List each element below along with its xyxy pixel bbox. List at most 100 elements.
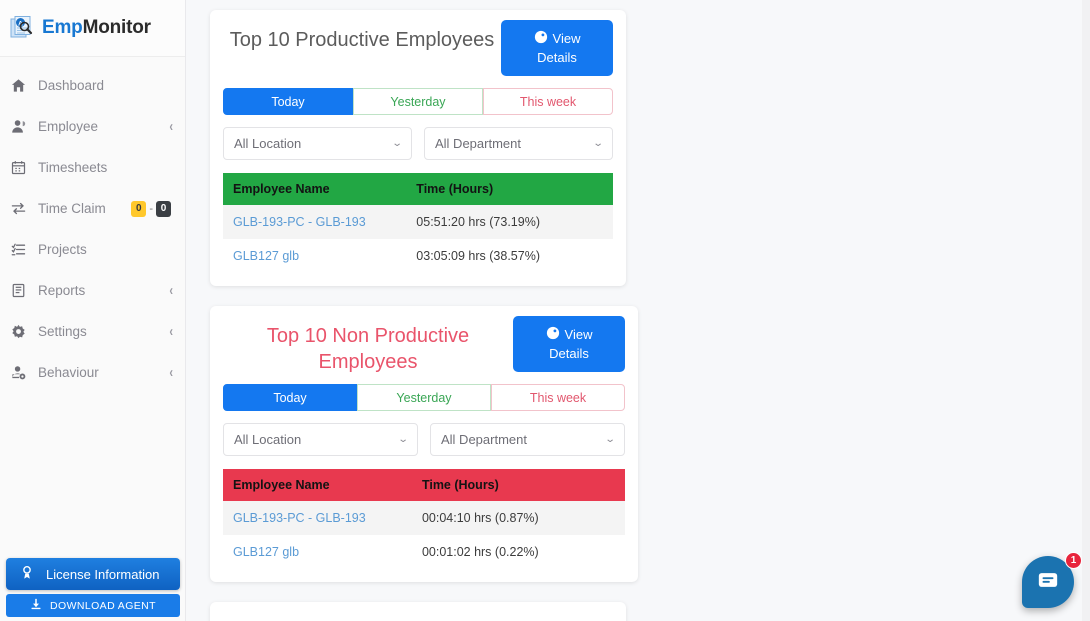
column-time-hours: Time (Hours)	[411, 469, 625, 501]
sidebar-label: Settings	[38, 324, 87, 339]
sidebar-item-settings[interactable]: Settings ‹	[0, 311, 185, 352]
sidebar-footer: License Information DOWNLOAD AGENT	[0, 558, 186, 621]
cell-employee-name[interactable]: GLB-193-PC - GLB-193	[223, 501, 412, 535]
tab-yesterday[interactable]: Yesterday	[357, 384, 491, 411]
sidebar-item-dashboard[interactable]: Dashboard	[0, 65, 185, 106]
chevron-left-icon: ‹	[169, 118, 173, 135]
exchange-icon	[10, 200, 27, 217]
sidebar-label: Time Claim	[38, 201, 106, 216]
column-employee-name: Employee Name	[223, 469, 412, 501]
brand-title: EmpMonitor	[42, 17, 151, 39]
chevron-left-icon: ‹	[169, 364, 173, 381]
brand-logo-area[interactable]: A EmpMonitor	[0, 0, 185, 57]
non-productive-employees-table: Employee Name Time (Hours) GLB-193-PC - …	[223, 469, 625, 569]
department-filter-value: All Department	[435, 136, 521, 151]
cell-time: 03:05:09 hrs (38.57%)	[416, 249, 540, 263]
card-title: Top 10 Productive Employees	[229, 29, 495, 51]
period-tabs: Today Yesterday This week	[223, 88, 613, 115]
department-filter-value: All Department	[441, 432, 527, 447]
column-employee-name: Employee Name	[223, 173, 407, 205]
department-filter-select[interactable]: All Department ⌄	[424, 127, 613, 160]
table-header-row: Employee Name Time (Hours)	[223, 469, 625, 501]
table-header: Employee Name Time (Hours)	[223, 173, 613, 205]
view-details-label-1: View	[552, 31, 581, 47]
tab-today[interactable]: Today	[223, 88, 353, 115]
card-title: Location Performance	[223, 612, 613, 621]
sidebar-item-reports[interactable]: Reports ‹	[0, 270, 185, 311]
view-details-label-2: Details	[549, 345, 589, 361]
location-filter-select[interactable]: All Location ⌄	[223, 423, 418, 456]
cell-time: 00:04:10 hrs (0.87%)	[411, 501, 625, 535]
cell-employee-name[interactable]: GLB127 glb	[223, 535, 412, 569]
sidebar-label: Reports	[38, 283, 86, 298]
department-filter-select[interactable]: All Department ⌄	[430, 423, 625, 456]
brand-emp: Emp	[42, 17, 83, 38]
view-details-label-1: View	[564, 327, 593, 343]
report-icon	[10, 282, 27, 299]
tab-yesterday[interactable]: Yesterday	[353, 88, 483, 115]
tab-today[interactable]: Today	[223, 384, 357, 411]
tab-this-week[interactable]: This week	[483, 88, 613, 115]
table-row: GLB-193-PC - GLB-193 00:04:10 hrs (0.87%…	[223, 501, 625, 535]
sidebar-item-projects[interactable]: Projects	[0, 229, 185, 270]
period-tabs: Today Yesterday This week	[223, 384, 625, 411]
chevron-left-icon: ‹	[169, 282, 173, 299]
sidebar-item-behaviour[interactable]: Behaviour ‹	[0, 352, 185, 393]
view-details-row: View	[534, 30, 581, 49]
chevron-down-icon: ⌄	[397, 434, 409, 445]
filter-row: All Location ⌄ All Department ⌄	[223, 423, 625, 456]
download-agent-label: DOWNLOAD AGENT	[50, 599, 156, 612]
sidebar-nav: Dashboard Employee ‹ Timesheets Time Cla…	[0, 57, 185, 393]
app-root: A EmpMonitor Dashboard Employee ‹ Timesh…	[0, 0, 1090, 621]
globe-icon	[534, 30, 548, 49]
table-body: GLB-193-PC - GLB-193 00:04:10 hrs (0.87%…	[223, 501, 625, 569]
sidebar-item-timesheets[interactable]: Timesheets	[0, 147, 185, 188]
download-agent-button[interactable]: DOWNLOAD AGENT	[6, 594, 180, 617]
cell-time: 00:01:02 hrs (0.22%)	[421, 545, 539, 559]
sidebar-item-employee[interactable]: Employee ‹	[0, 106, 185, 147]
view-details-label-2: Details	[537, 49, 577, 65]
user-icon	[10, 118, 27, 135]
cell-time: 05:51:20 hrs (73.19%)	[406, 205, 613, 239]
badge-separator: -	[149, 202, 153, 215]
card-header: Location Performance	[223, 612, 613, 621]
card-top-productive-employees: Top 10 Productive Employees View Details…	[210, 10, 626, 286]
sidebar-label: Employee	[38, 119, 99, 134]
sidebar: A EmpMonitor Dashboard Employee ‹ Timesh…	[0, 0, 186, 621]
sidebar-label: Timesheets	[38, 160, 108, 175]
cell-employee-name[interactable]: GLB-193-PC - GLB-193	[223, 205, 407, 239]
table-row: GLB-193-PC - GLB-193 05:51:20 hrs (73.19…	[223, 205, 613, 239]
download-icon	[30, 598, 42, 613]
table-header: Employee Name Time (Hours)	[223, 469, 625, 501]
sidebar-label: Projects	[38, 242, 87, 257]
gear-icon	[10, 323, 27, 340]
calendar-icon	[10, 159, 27, 176]
chevron-left-icon: ‹	[169, 323, 173, 340]
vertical-scrollbar[interactable]	[1082, 0, 1090, 621]
brand-monitor: Monitor	[82, 17, 151, 38]
badge-total: 0	[156, 200, 171, 217]
column-time-hours: Time (Hours)	[406, 173, 613, 205]
table-row: GLB127 glb 03:05:09 hrs (38.57%)	[223, 239, 613, 273]
card-header: Top 10 Non Productive Employees View Det…	[223, 316, 625, 378]
globe-icon	[546, 326, 560, 345]
card-top-non-productive-employees: Top 10 Non Productive Employees View Det…	[210, 306, 638, 582]
license-information-button[interactable]: License Information	[6, 558, 180, 590]
document-search-icon: A	[10, 15, 36, 41]
chevron-down-icon: ⌄	[604, 434, 616, 445]
card-header: Top 10 Productive Employees View Details	[223, 20, 613, 82]
location-filter-value: All Location	[234, 432, 302, 447]
cell-employee-name[interactable]: GLB127 glb	[223, 239, 406, 273]
tab-this-week[interactable]: This week	[491, 384, 625, 411]
view-details-button[interactable]: View Details	[501, 20, 613, 76]
chat-message-icon	[1037, 569, 1059, 596]
view-details-button[interactable]: View Details	[513, 316, 625, 372]
sidebar-label: Dashboard	[38, 78, 105, 93]
location-filter-select[interactable]: All Location ⌄	[223, 127, 412, 160]
table-body: GLB-193-PC - GLB-193 05:51:20 hrs (73.19…	[223, 205, 613, 273]
sidebar-label: Behaviour	[38, 365, 99, 380]
card-location-performance: Location Performance Today Yesterday Thi…	[210, 602, 626, 621]
table-row: GLB127 glb 00:01:02 hrs (0.22%)	[223, 535, 625, 569]
sidebar-item-time-claim[interactable]: Time Claim 0 - 0	[0, 188, 185, 229]
award-icon	[20, 565, 34, 583]
